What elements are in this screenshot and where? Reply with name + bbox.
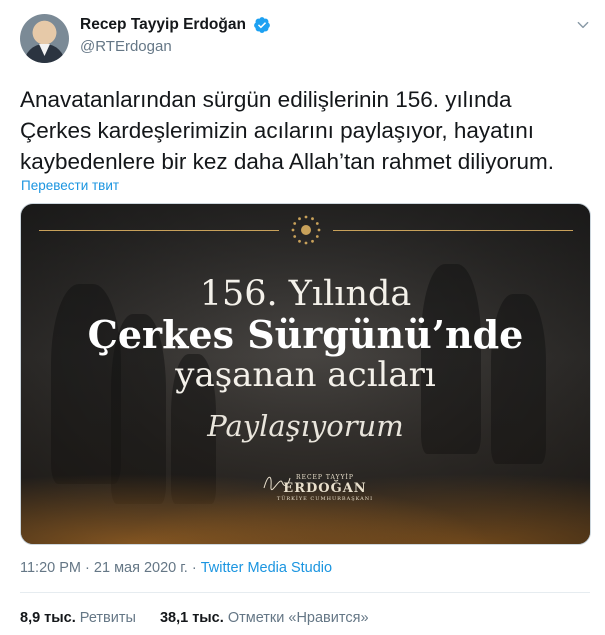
- likes-stat[interactable]: 38,1 тыс. Отметки «Нравится»: [160, 610, 369, 626]
- tweet-meta: 11:20 PM · 21 мая 2020 г. · Twitter Medi…: [20, 560, 332, 576]
- signature-scribble-icon: [263, 476, 291, 491]
- author-display-name[interactable]: Recep Tayyip Erdoğan: [80, 16, 246, 34]
- avatar[interactable]: [20, 14, 69, 63]
- tweet-time[interactable]: 11:20 PM: [20, 560, 81, 576]
- meta-separator: ·: [191, 560, 197, 576]
- presidential-seal-icon: [291, 215, 321, 245]
- retweets-stat[interactable]: 8,9 тыс. Ретвиты: [20, 610, 140, 626]
- tweet-stats: 8,9 тыс. Ретвиты 38,1 тыс. Отметки «Нрав…: [20, 610, 389, 626]
- chevron-down-icon[interactable]: [576, 18, 590, 32]
- translate-tweet-link[interactable]: Перевести твит: [21, 178, 119, 193]
- signature-block: RECEP TAYYİP ERDOĞAN TÜRKİYE CUMHURBAŞKA…: [263, 474, 380, 502]
- tweet-text: Anavatanlarından sürgün edilişlerinin 15…: [20, 87, 555, 174]
- image-heading-line2: Çerkes Sürgünü’nde: [87, 312, 524, 357]
- divider-line-left: [39, 230, 279, 231]
- divider: [20, 592, 590, 593]
- tweet-source-link[interactable]: Twitter Media Studio: [201, 560, 332, 576]
- image-heading-line3: yaşanan acıları: [175, 355, 436, 395]
- signature-title: TÜRKİYE CUMHURBAŞKANI: [276, 496, 374, 502]
- image-heading-line1: 156. Yılında: [199, 274, 412, 314]
- verified-badge-icon: [254, 17, 271, 33]
- tweet-header: Recep Tayyip Erdoğan @RTErdogan: [20, 14, 590, 66]
- author-block[interactable]: Recep Tayyip Erdoğan @RTErdogan: [80, 16, 271, 55]
- retweets-count: 8,9 тыс.: [20, 610, 76, 626]
- tweet-media-image[interactable]: 156. Yılında Çerkes Sürgünü’nde yaşanan …: [20, 203, 591, 545]
- divider-line-right: [333, 230, 573, 231]
- author-handle[interactable]: @RTErdogan: [80, 38, 271, 55]
- tweet-date[interactable]: 21 мая 2020 г.: [94, 560, 188, 576]
- meta-separator: ·: [85, 560, 90, 576]
- likes-label: Отметки «Нравится»: [227, 610, 369, 626]
- retweets-label: Ретвиты: [79, 610, 136, 626]
- image-heading-line4: Paylaşıyorum: [207, 409, 404, 443]
- likes-count: 38,1 тыс.: [159, 610, 224, 626]
